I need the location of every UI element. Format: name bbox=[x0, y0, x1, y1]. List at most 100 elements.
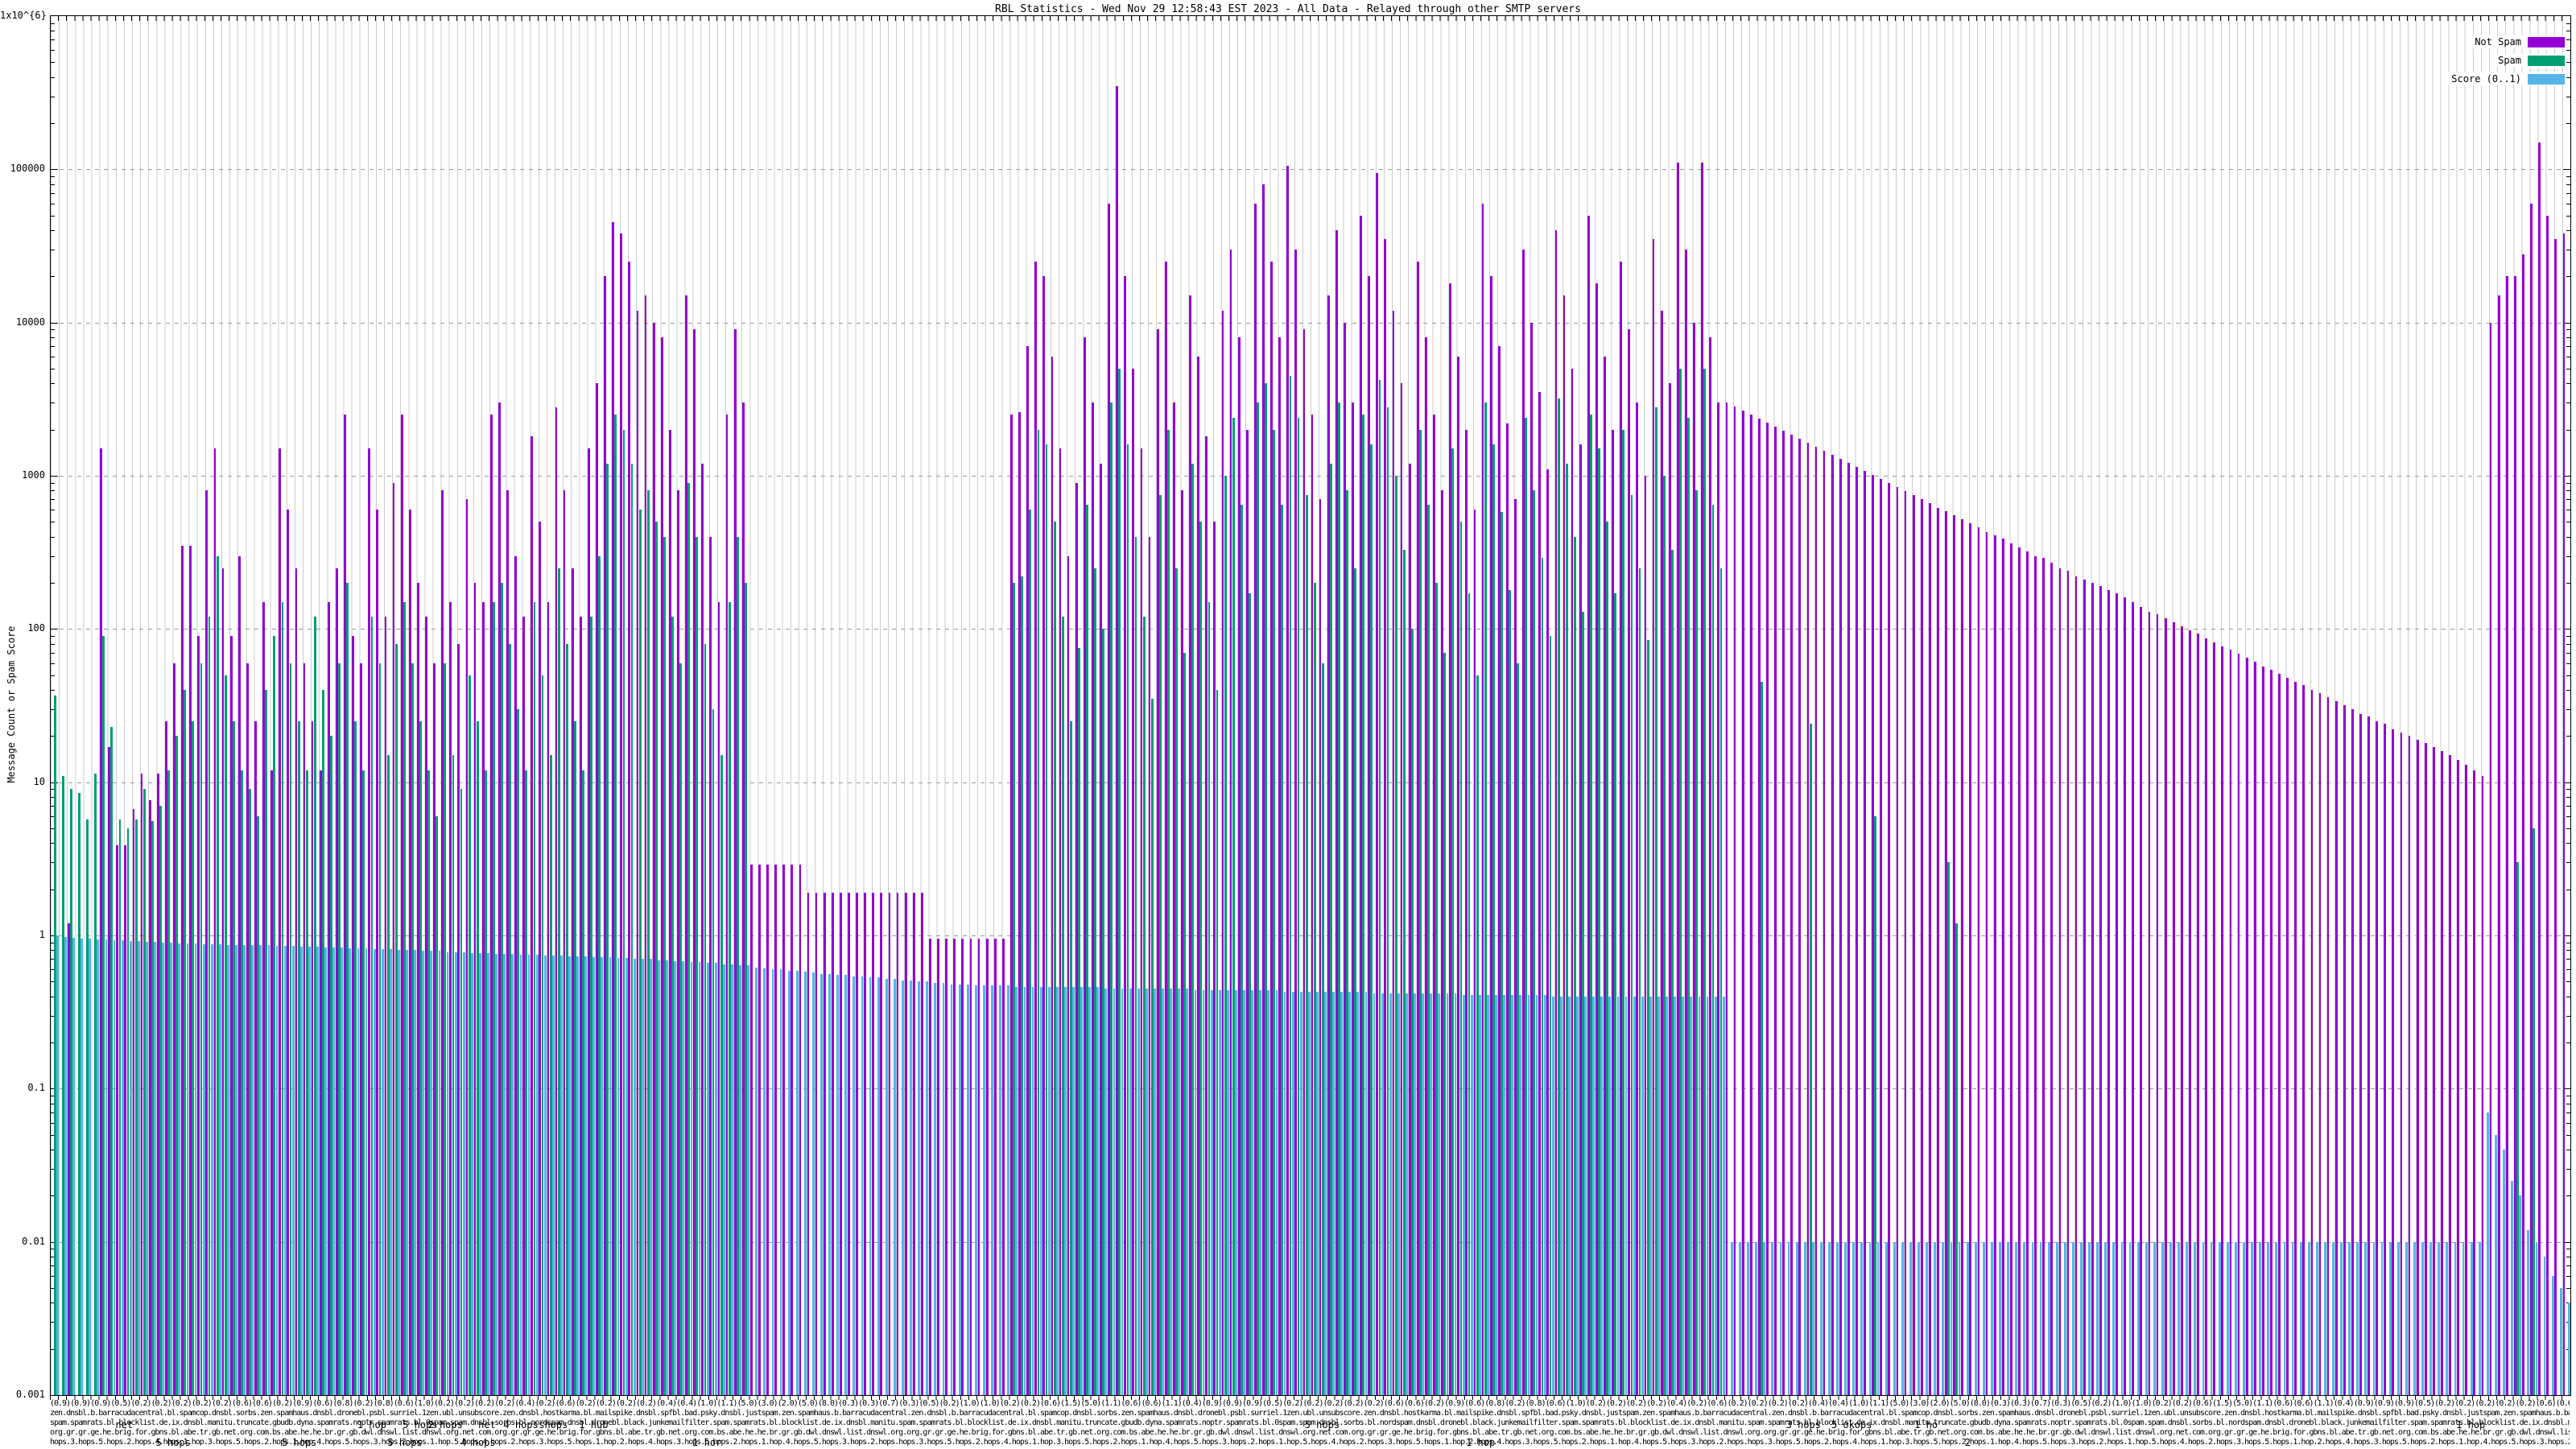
bar-score bbox=[861, 976, 864, 1395]
bar-score bbox=[1024, 987, 1026, 1395]
bar-score bbox=[1755, 1242, 1757, 1395]
x-axis-hop-label: 3 hops bbox=[1786, 1419, 1821, 1430]
bar-not-spam bbox=[1742, 411, 1744, 1395]
bar-score bbox=[715, 963, 717, 1395]
bar-not-spam bbox=[2018, 547, 2021, 1395]
bar-score bbox=[2275, 1242, 2277, 1395]
bar-score bbox=[2088, 1242, 2091, 1395]
bar-not-spam bbox=[1905, 491, 1907, 1395]
y-axis-tick-label: 100 bbox=[0, 622, 45, 634]
y-axis-tick bbox=[51, 176, 55, 177]
bar-score bbox=[1528, 995, 1530, 1395]
legend-swatch bbox=[2528, 74, 2565, 85]
bar-score bbox=[300, 947, 303, 1395]
bar-not-spam bbox=[1986, 532, 1988, 1395]
bar-score bbox=[1243, 990, 1245, 1395]
bar-score bbox=[463, 952, 465, 1395]
bar-score bbox=[414, 950, 416, 1395]
bar-score bbox=[268, 945, 270, 1395]
bar-not-spam bbox=[2238, 654, 2240, 1395]
x-axis-hop-label: 1 hop bbox=[357, 1419, 386, 1430]
y-axis-tick bbox=[51, 499, 55, 500]
y-axis-tick bbox=[2566, 1276, 2570, 1277]
bar-not-spam bbox=[782, 865, 785, 1395]
bar-score bbox=[2373, 1242, 2376, 1395]
bar-score bbox=[1365, 992, 1368, 1395]
y-axis-tick bbox=[2566, 816, 2570, 817]
bar-score bbox=[1121, 989, 1124, 1395]
bar-score bbox=[243, 945, 246, 1395]
bar-not-spam bbox=[2401, 733, 2403, 1395]
bar-score bbox=[1536, 995, 1538, 1395]
bar-score bbox=[2048, 1242, 2050, 1395]
bar-score bbox=[1682, 997, 1684, 1395]
bar-score bbox=[341, 947, 343, 1395]
bar-score bbox=[1389, 993, 1392, 1395]
bar-score bbox=[2080, 1242, 2083, 1395]
y-axis-tick bbox=[2566, 337, 2570, 338]
y-axis-tick-label: 1x10^{6} bbox=[0, 10, 45, 21]
bar-score bbox=[227, 945, 229, 1395]
chart-title: RBL Statistics - Wed Nov 29 12:58:43 EST… bbox=[0, 3, 2576, 15]
bar-not-spam bbox=[2002, 539, 2004, 1395]
bar-not-spam bbox=[2425, 743, 2427, 1395]
bar-score bbox=[2112, 1242, 2115, 1395]
bar-score bbox=[1080, 987, 1083, 1395]
bar-score bbox=[2145, 1242, 2148, 1395]
bar-score bbox=[2397, 1242, 2400, 1395]
y-axis-tick bbox=[51, 383, 55, 384]
y-axis-tick bbox=[2566, 653, 2570, 654]
x-axis-hop-label: 1 ho bbox=[1914, 1419, 1938, 1430]
bar-not-spam bbox=[978, 939, 980, 1395]
bar-score bbox=[1056, 987, 1059, 1395]
x-axis-hop-label: 1 hop bbox=[1466, 1437, 1495, 1448]
bar-not-spam bbox=[1823, 451, 1826, 1395]
bar-not-spam bbox=[1774, 427, 1777, 1395]
bar-score bbox=[1276, 990, 1278, 1395]
bar-not-spam bbox=[824, 893, 826, 1395]
y-axis-tick bbox=[51, 663, 55, 664]
bar-not-spam bbox=[2165, 618, 2167, 1395]
bar-score bbox=[1430, 993, 1432, 1395]
bar-not-spam bbox=[961, 939, 964, 1395]
bar-score bbox=[1447, 993, 1449, 1395]
bar-score bbox=[1552, 997, 1554, 1395]
y-axis-tick bbox=[51, 490, 55, 491]
y-axis-tick bbox=[2566, 1288, 2570, 1289]
bar-score bbox=[1503, 995, 1505, 1395]
y-axis-tick bbox=[51, 636, 55, 637]
bar-score bbox=[1471, 995, 1473, 1395]
y-axis-tick bbox=[51, 476, 58, 477]
bar-score bbox=[1040, 987, 1042, 1395]
bar-not-spam bbox=[2270, 670, 2273, 1395]
bar-score bbox=[1137, 989, 1140, 1395]
bar-score bbox=[609, 957, 612, 1395]
bar-score bbox=[2421, 1242, 2424, 1395]
legend-label: Score (0..1) bbox=[2451, 73, 2521, 85]
bar-score bbox=[1560, 997, 1563, 1395]
plot-area bbox=[50, 15, 2571, 1396]
bar-not-spam bbox=[1734, 407, 1736, 1395]
bar-score bbox=[122, 940, 124, 1395]
bar-not-spam bbox=[1888, 483, 1890, 1395]
x-axis-hop-label: net bbox=[115, 1419, 133, 1430]
bar-score bbox=[1397, 993, 1400, 1395]
bar-not-spam bbox=[2490, 323, 2492, 1395]
bar-score bbox=[634, 959, 636, 1395]
bar-not-spam bbox=[1002, 939, 1005, 1395]
bar-score bbox=[138, 941, 140, 1395]
bar-not-spam bbox=[1864, 471, 1866, 1395]
bar-score bbox=[739, 965, 741, 1395]
bar-score bbox=[2527, 1230, 2529, 1395]
bar-score bbox=[788, 971, 791, 1395]
bar-not-spam bbox=[856, 893, 858, 1395]
bar-score bbox=[1852, 1242, 1855, 1395]
bar-score bbox=[154, 942, 156, 1395]
y-axis-tick bbox=[2566, 797, 2570, 798]
bar-score bbox=[1406, 993, 1408, 1395]
bar-score bbox=[2503, 1150, 2505, 1395]
bar-score bbox=[1584, 997, 1587, 1395]
bar-not-spam bbox=[986, 939, 989, 1395]
bar-score bbox=[1088, 987, 1091, 1395]
bar-not-spam bbox=[791, 865, 793, 1395]
